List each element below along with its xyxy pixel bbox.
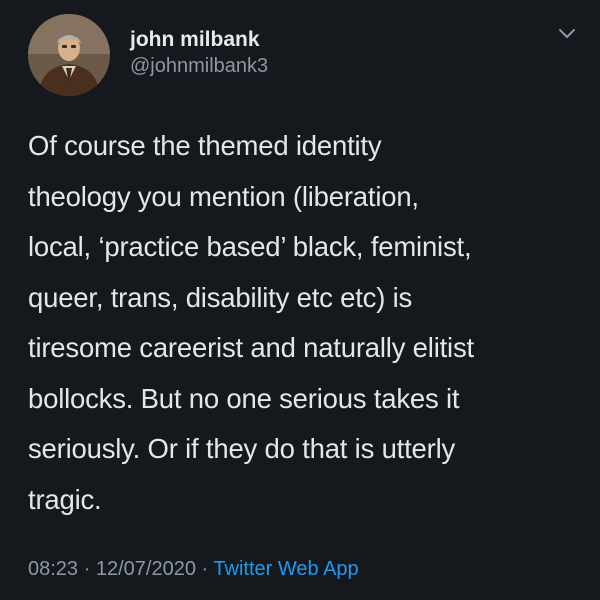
meta-separator: · bbox=[83, 558, 91, 580]
avatar[interactable] bbox=[28, 14, 110, 96]
tweet-text-line: Of course the themed identity bbox=[28, 130, 382, 161]
tweet-text-line: local, ‘practice based’ black, feminist, bbox=[28, 231, 472, 262]
meta-separator: · bbox=[201, 558, 209, 580]
tweet-text-line: theology you mention (liberation, bbox=[28, 180, 419, 212]
display-name[interactable]: john milbank bbox=[130, 26, 268, 53]
tweet-text-line: seriously. Or if they do that is utterly bbox=[28, 433, 456, 464]
tweet-date[interactable]: 12/07/2020 bbox=[96, 558, 196, 580]
tweet-header: john milbank @johnmilbank3 bbox=[28, 14, 268, 96]
avatar-image bbox=[28, 14, 110, 96]
tweet-text-line: bollocks. But no one serious takes it bbox=[28, 382, 460, 414]
source-app-link[interactable]: Twitter Web App bbox=[213, 558, 358, 580]
tweet-text-line: tiresome careerist and naturally elitist bbox=[28, 332, 474, 363]
tweet-text-line: queer, trans, disability etc etc) is bbox=[28, 281, 413, 313]
user-handle[interactable]: @johnmilbank3 bbox=[130, 53, 268, 80]
tweet-time[interactable]: 08:23 bbox=[28, 558, 78, 580]
chevron-down-icon[interactable] bbox=[556, 22, 578, 44]
tweet-meta: 08:23 · 12/07/2020 · Twitter Web App bbox=[28, 558, 359, 581]
tweet-text-line: tragic. bbox=[28, 483, 102, 515]
author-names: john milbank @johnmilbank3 bbox=[130, 26, 268, 80]
tweet-card: john milbank @johnmilbank3 Of course the… bbox=[0, 0, 600, 600]
tweet-text: Of course the themed identity theology y… bbox=[28, 121, 588, 525]
